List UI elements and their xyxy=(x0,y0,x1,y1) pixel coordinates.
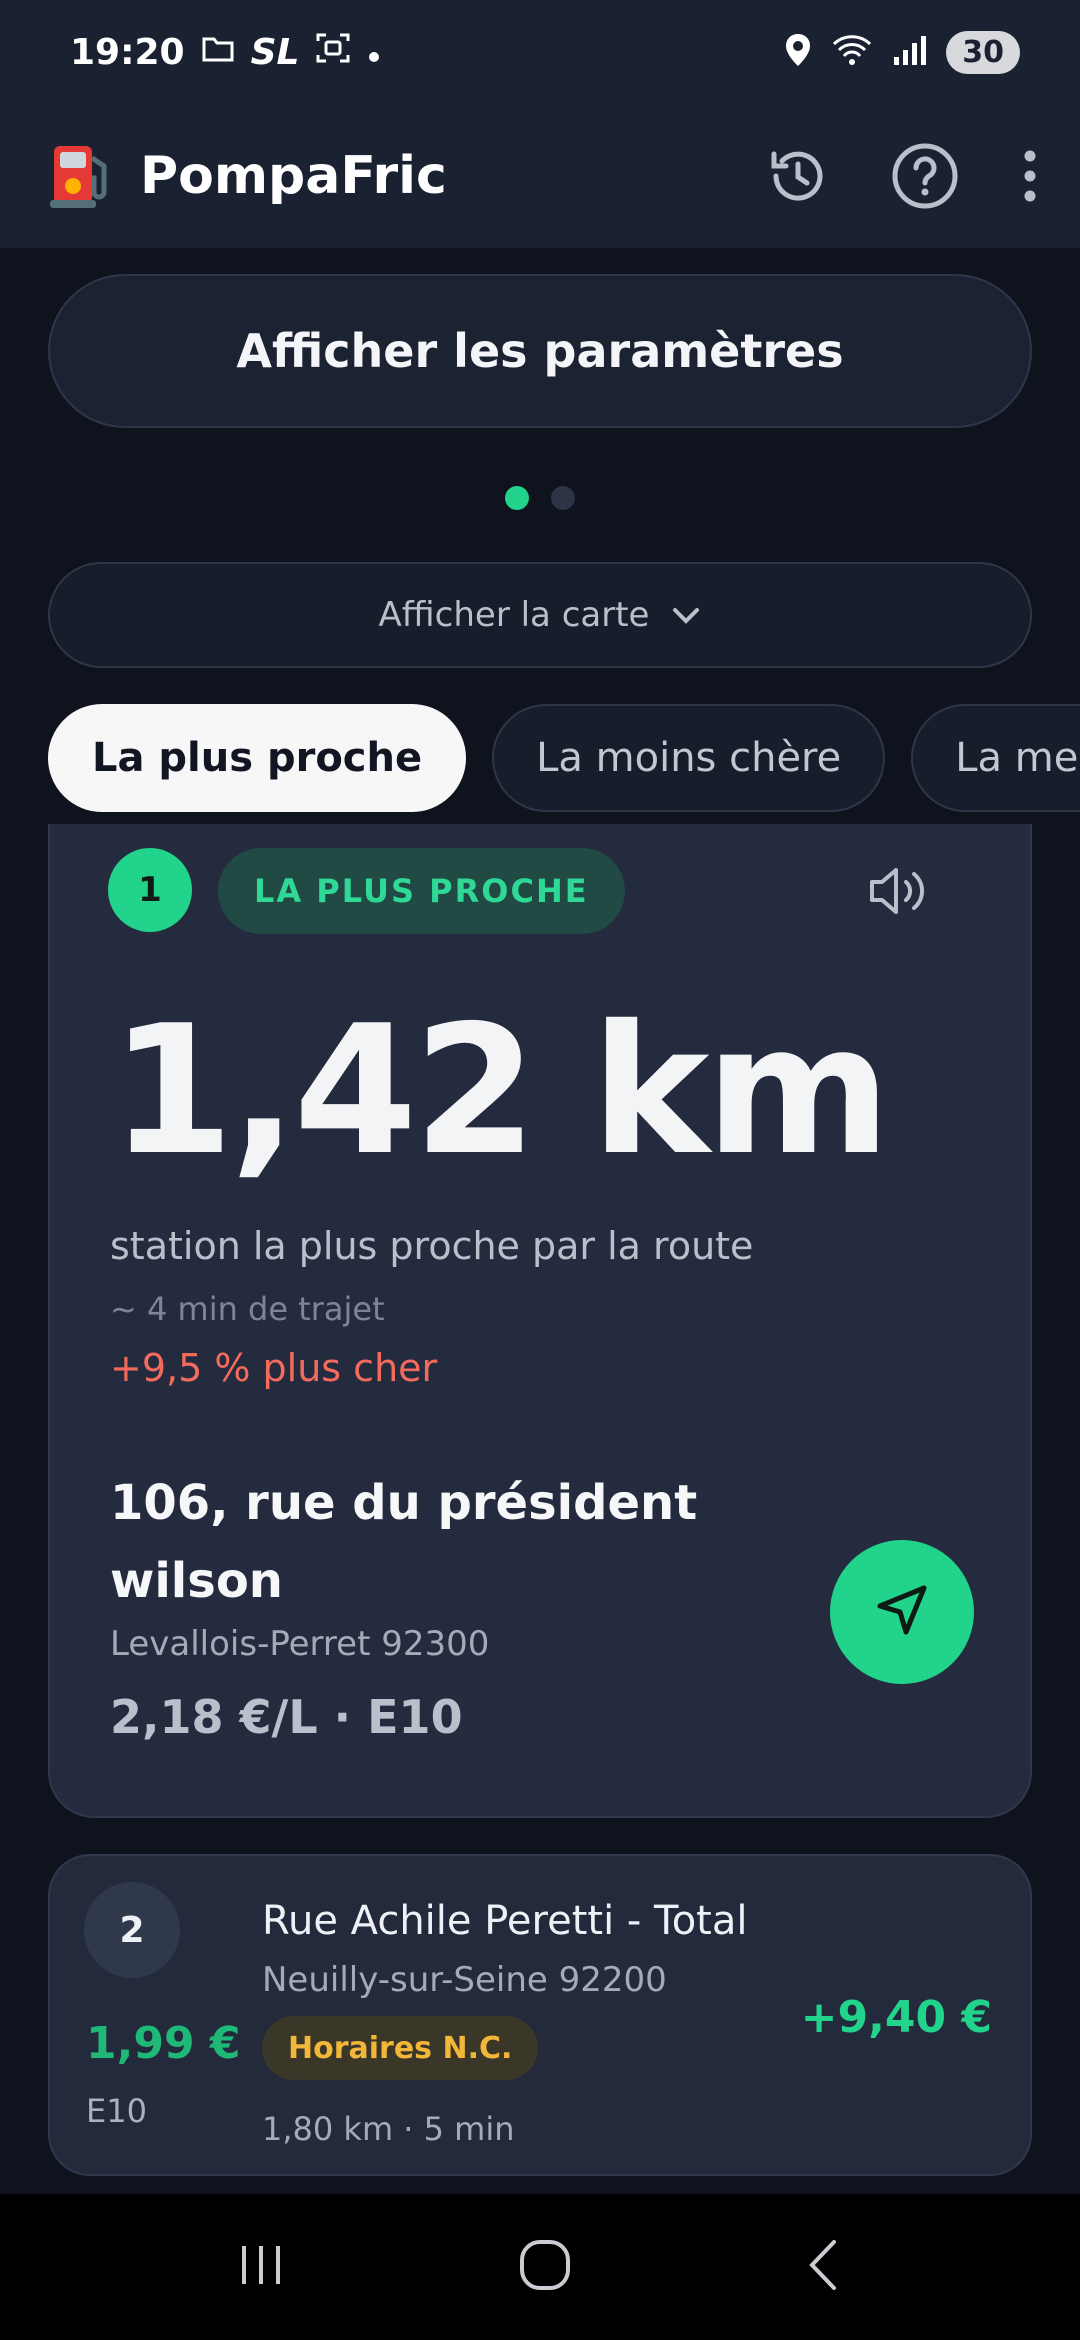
fuel-pump-icon xyxy=(48,138,118,214)
history-icon[interactable] xyxy=(766,144,830,208)
tab-cheapest[interactable]: La moins chère xyxy=(492,704,886,812)
navigate-button[interactable] xyxy=(830,1540,974,1684)
more-vert-icon[interactable] xyxy=(1020,148,1040,204)
carrier-label: SL xyxy=(250,31,300,73)
navigation-arrow-icon xyxy=(870,1578,934,1646)
pager-dots xyxy=(0,486,1080,510)
station-2-fuel: E10 xyxy=(86,2092,147,2130)
show-map-button[interactable]: Afficher la carte xyxy=(48,562,1032,668)
show-map-label: Afficher la carte xyxy=(378,595,650,635)
location-icon xyxy=(784,32,812,72)
rank-badge-2: 2 xyxy=(84,1882,180,1978)
wifi-icon xyxy=(830,32,874,72)
app-title: PompaFric xyxy=(140,146,447,206)
pager-dot[interactable] xyxy=(551,486,575,510)
tab-best[interactable]: La meilleu xyxy=(911,704,1080,812)
screen-record-icon xyxy=(315,31,351,74)
distance-value: 1,42 km xyxy=(110,987,891,1194)
rank-badge: 1 xyxy=(108,848,192,932)
pager-dot-active[interactable] xyxy=(505,486,529,510)
distance-description: station la plus proche par la route xyxy=(110,1224,754,1268)
station-2-name: Rue Achile Peretti - Total xyxy=(262,1898,748,1944)
home-icon[interactable] xyxy=(518,2238,572,2296)
station-address: 106, rue du président wilson xyxy=(110,1475,698,1609)
station-price: 2,18 €/L · E10 xyxy=(110,1690,463,1744)
app-bar: PompaFric xyxy=(0,104,1080,248)
recents-icon[interactable] xyxy=(236,2240,286,2294)
station-2-saving: +9,40 € xyxy=(800,1992,992,2043)
back-icon[interactable] xyxy=(804,2238,844,2296)
station-2-distance: 1,80 km · 5 min xyxy=(262,2110,515,2148)
closest-badge: LA PLUS PROCHE xyxy=(218,848,625,934)
station-2-price: 1,99 € xyxy=(86,2018,241,2069)
hours-badge: Horaires N.C. xyxy=(262,2016,539,2080)
help-icon[interactable] xyxy=(890,141,960,211)
travel-time: ~ 4 min de trajet xyxy=(110,1290,385,1328)
station-card-2[interactable]: 2 1,99 € E10 Rue Achile Peretti - Total … xyxy=(48,1854,1032,2176)
tab-closest[interactable]: La plus proche xyxy=(48,704,467,812)
sort-tabs: La plus proche La moins chère La meilleu xyxy=(48,704,1080,812)
station-city: Levallois-Perret 92300 xyxy=(110,1624,490,1664)
chevron-down-icon xyxy=(671,595,701,635)
system-nav-bar xyxy=(0,2194,1080,2340)
show-settings-button[interactable]: Afficher les paramètres xyxy=(48,274,1032,428)
main-content: Afficher les paramètres Afficher la cart… xyxy=(0,248,1080,2194)
station-2-city: Neuilly-sur-Seine 92200 xyxy=(262,1960,667,2000)
battery-level: 30 xyxy=(962,34,1004,70)
primary-station-card[interactable]: 1 LA PLUS PROCHE 1,42 km station la plus… xyxy=(48,824,1032,1818)
signal-icon xyxy=(892,33,928,71)
dot-icon xyxy=(367,32,381,73)
price-difference: +9,5 % plus cher xyxy=(110,1346,438,1390)
status-time: 19:20 xyxy=(70,31,185,73)
battery-icon: 30 xyxy=(946,30,1020,74)
speaker-icon[interactable] xyxy=(868,864,934,922)
status-bar: 19:20 SL 30 xyxy=(0,0,1080,104)
folder-icon xyxy=(201,32,235,73)
